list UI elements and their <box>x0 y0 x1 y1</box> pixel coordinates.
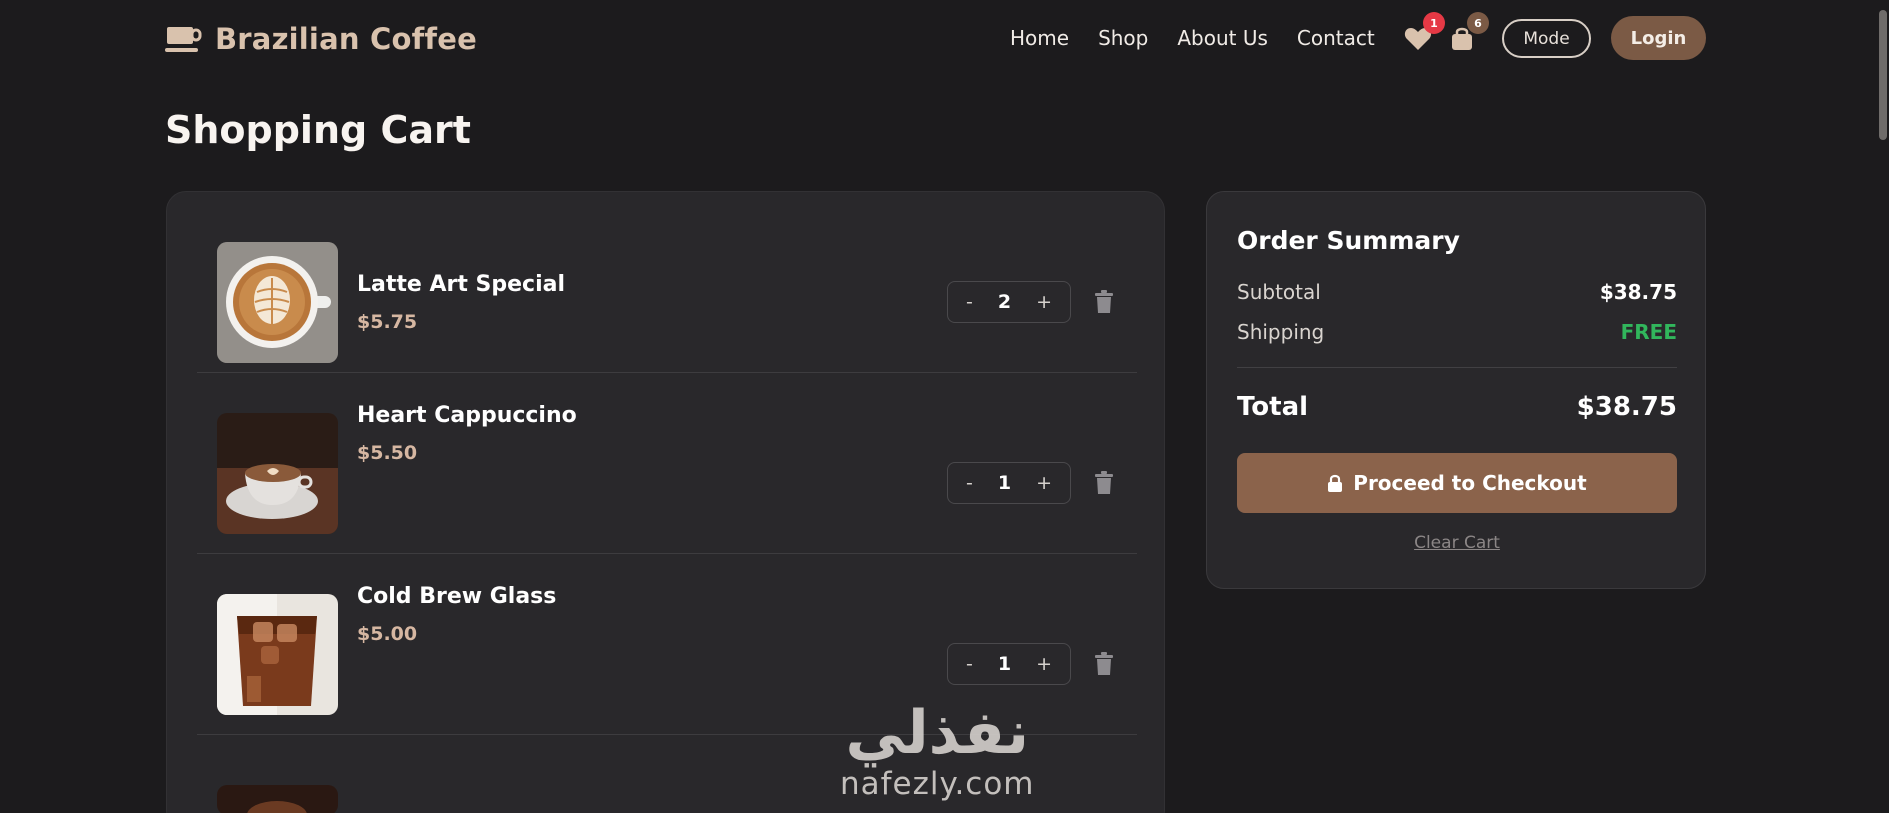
item-price: $5.50 <box>357 442 418 464</box>
cart-count-badge: 6 <box>1467 12 1489 34</box>
page-scrollbar[interactable] <box>1877 0 1889 813</box>
total-row: Total $38.75 <box>1237 392 1677 422</box>
quantity-stepper: - 1 + <box>947 462 1071 504</box>
cart-item: Latte Art Special $5.75 - 2 + <box>197 192 1137 373</box>
decrease-qty-button[interactable]: - <box>966 291 973 313</box>
item-price: $5.00 <box>357 623 418 645</box>
product-image-cappuccino <box>217 413 338 534</box>
mode-toggle-button[interactable]: Mode <box>1502 19 1591 58</box>
summary-divider <box>1237 367 1677 368</box>
login-button[interactable]: Login <box>1611 16 1706 60</box>
main-nav: Home Shop About Us Contact <box>1010 26 1375 50</box>
quantity-value: 2 <box>997 291 1012 313</box>
trash-icon[interactable] <box>1094 471 1114 495</box>
top-navbar: Brazilian Coffee Home Shop About Us Cont… <box>0 0 1889 78</box>
increase-qty-button[interactable]: + <box>1036 291 1052 313</box>
total-label: Total <box>1237 392 1309 422</box>
page-title: Shopping Cart <box>165 108 471 152</box>
product-image-partial <box>217 785 338 813</box>
checkout-label: Proceed to Checkout <box>1353 471 1587 495</box>
proceed-to-checkout-button[interactable]: Proceed to Checkout <box>1237 453 1677 513</box>
lock-icon <box>1328 474 1343 492</box>
watermark-latin: nafezly.com <box>840 766 1035 802</box>
nav-shop[interactable]: Shop <box>1098 26 1148 50</box>
quantity-stepper: - 2 + <box>947 281 1071 323</box>
shipping-label: Shipping <box>1237 320 1325 344</box>
scrollbar-thumb[interactable] <box>1879 10 1887 140</box>
nav-about-us[interactable]: About Us <box>1177 26 1268 50</box>
trash-icon[interactable] <box>1094 290 1114 314</box>
watermark-arabic: نفذلي <box>845 698 1030 768</box>
quantity-value: 1 <box>997 472 1012 494</box>
subtotal-value: $38.75 <box>1599 280 1677 304</box>
decrease-qty-button[interactable]: - <box>966 472 973 494</box>
nav-home[interactable]: Home <box>1010 26 1069 50</box>
wishlist-count-badge: 1 <box>1423 12 1445 34</box>
clear-cart-link[interactable]: Clear Cart <box>1207 533 1707 553</box>
total-value: $38.75 <box>1576 392 1677 422</box>
product-image-cold-brew <box>217 594 338 715</box>
item-price: $5.75 <box>357 311 418 333</box>
subtotal-row: Subtotal $38.75 <box>1237 280 1677 304</box>
coffee-cup-icon <box>165 27 202 52</box>
subtotal-label: Subtotal <box>1237 280 1321 304</box>
shipping-value: FREE <box>1620 320 1677 344</box>
product-image-latte <box>217 242 338 363</box>
increase-qty-button[interactable]: + <box>1036 653 1052 675</box>
decrease-qty-button[interactable]: - <box>966 653 973 675</box>
shipping-row: Shipping FREE <box>1237 320 1677 344</box>
wishlist-button[interactable]: 1 <box>1403 12 1445 54</box>
watermark-logo: نفذلي nafezly.com <box>840 700 1035 802</box>
nav-contact[interactable]: Contact <box>1297 26 1375 50</box>
brand-logo[interactable]: Brazilian Coffee <box>165 22 477 56</box>
item-name: Heart Cappuccino <box>357 403 577 428</box>
trash-icon[interactable] <box>1094 652 1114 676</box>
item-name: Latte Art Special <box>357 272 566 297</box>
quantity-stepper: - 1 + <box>947 643 1071 685</box>
cart-item: Heart Cappuccino $5.50 - 1 + <box>197 373 1137 554</box>
quantity-value: 1 <box>997 653 1012 675</box>
cart-button[interactable]: 6 <box>1447 12 1489 54</box>
order-summary-title: Order Summary <box>1237 226 1460 255</box>
brand-name: Brazilian Coffee <box>215 22 477 56</box>
increase-qty-button[interactable]: + <box>1036 472 1052 494</box>
order-summary-panel: Order Summary Subtotal $38.75 Shipping F… <box>1206 191 1706 589</box>
item-name: Cold Brew Glass <box>357 584 557 609</box>
